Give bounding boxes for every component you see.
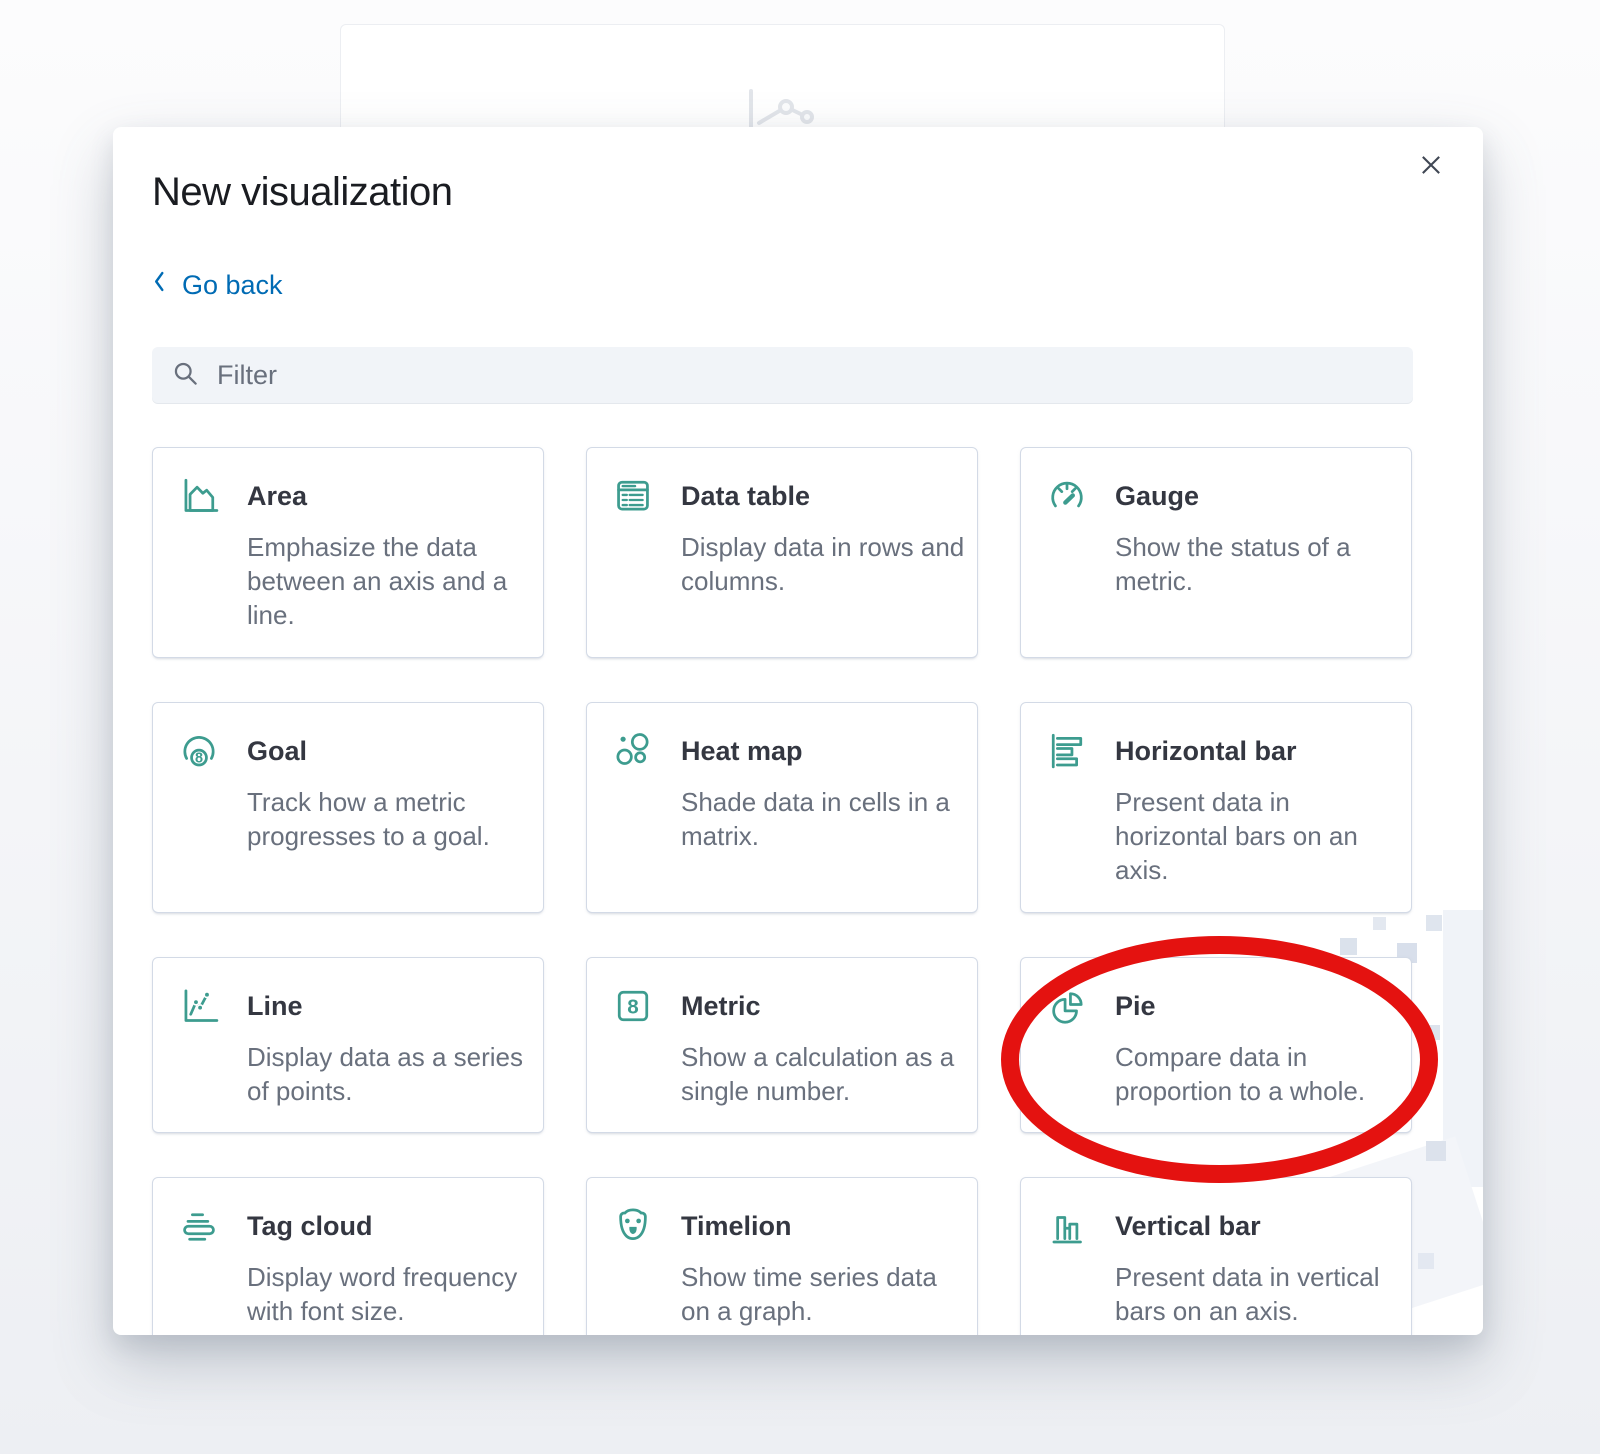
card-description: Emphasize the data between an axis and a… <box>247 530 533 632</box>
card-tag-cloud[interactable]: Tag cloud Display word frequency with fo… <box>152 1177 544 1335</box>
card-title: Pie <box>1115 991 1401 1022</box>
vertical-bar-icon <box>1045 1204 1089 1248</box>
card-description: Display data in rows and columns. <box>681 530 967 598</box>
card-description: Shade data in cells in a matrix. <box>681 785 967 853</box>
gauge-icon <box>1045 474 1089 518</box>
card-description: Show the status of a metric. <box>1115 530 1401 598</box>
page-title: New visualization <box>152 169 1413 215</box>
card-title: Tag cloud <box>247 1211 533 1242</box>
card-title: Gauge <box>1115 481 1401 512</box>
svg-text:8: 8 <box>195 751 203 767</box>
card-data-table[interactable]: Data table Display data in rows and colu… <box>586 447 978 658</box>
card-timelion[interactable]: Timelion Show time series data on a grap… <box>586 1177 978 1335</box>
card-title: Metric <box>681 991 967 1022</box>
card-area[interactable]: Area Emphasize the data between an axis … <box>152 447 544 658</box>
new-visualization-modal: New visualization Go back <box>113 127 1483 1335</box>
card-metric[interactable]: 8 Metric Show a calculation as a single … <box>586 957 978 1133</box>
card-gauge[interactable]: Gauge Show the status of a metric. <box>1020 447 1412 658</box>
close-icon[interactable] <box>1415 149 1447 181</box>
card-heat-map[interactable]: Heat map Shade data in cells in a matrix… <box>586 702 978 913</box>
card-pie[interactable]: Pie Compare data in proportion to a whol… <box>1020 957 1412 1133</box>
card-description: Show time series data on a graph. <box>681 1260 967 1328</box>
card-description: Compare data in proportion to a whole. <box>1115 1040 1401 1108</box>
card-title: Timelion <box>681 1211 967 1242</box>
background-watermark <box>1426 1141 1446 1161</box>
svg-text:8: 8 <box>627 996 638 1019</box>
search-icon <box>172 360 199 392</box>
heat-map-icon <box>611 729 655 773</box>
card-title: Goal <box>247 736 533 767</box>
tag-cloud-icon <box>177 1204 221 1248</box>
filter-searchbar <box>152 347 1413 404</box>
area-chart-icon <box>177 474 221 518</box>
card-title: Area <box>247 481 533 512</box>
goal-icon: 8 <box>177 729 221 773</box>
horizontal-bar-icon <box>1045 729 1089 773</box>
card-vertical-bar[interactable]: Vertical bar Present data in vertical ba… <box>1020 1177 1412 1335</box>
go-back-label: Go back <box>182 270 283 301</box>
card-title: Horizontal bar <box>1115 736 1401 767</box>
card-title: Heat map <box>681 736 967 767</box>
background-watermark <box>1426 915 1442 931</box>
card-description: Display data as a series of points. <box>247 1040 533 1108</box>
card-horizontal-bar[interactable]: Horizontal bar Present data in horizonta… <box>1020 702 1412 913</box>
card-title: Line <box>247 991 533 1022</box>
filter-input[interactable] <box>215 359 1393 392</box>
background-watermark <box>1425 1025 1440 1040</box>
card-description: Display word frequency with font size. <box>247 1260 533 1328</box>
card-description: Present data in vertical bars on an axis… <box>1115 1260 1401 1328</box>
visualization-type-grid: Area Emphasize the data between an axis … <box>152 447 1413 1335</box>
chevron-left-icon <box>152 268 167 302</box>
pie-chart-icon <box>1045 984 1089 1028</box>
card-title: Data table <box>681 481 967 512</box>
card-title: Vertical bar <box>1115 1211 1401 1242</box>
background-watermark <box>1418 1253 1434 1269</box>
metric-icon: 8 <box>611 984 655 1028</box>
card-goal[interactable]: 8 Goal Track how a metric progresses to … <box>152 702 544 913</box>
go-back-link[interactable]: Go back <box>152 268 283 302</box>
data-table-icon <box>611 474 655 518</box>
timelion-icon <box>611 1204 655 1248</box>
line-chart-icon <box>177 984 221 1028</box>
card-line[interactable]: Line Display data as a series of points. <box>152 957 544 1133</box>
card-description: Track how a metric progresses to a goal. <box>247 785 533 853</box>
card-description: Present data in horizontal bars on an ax… <box>1115 785 1401 887</box>
card-description: Show a calculation as a single number. <box>681 1040 967 1108</box>
